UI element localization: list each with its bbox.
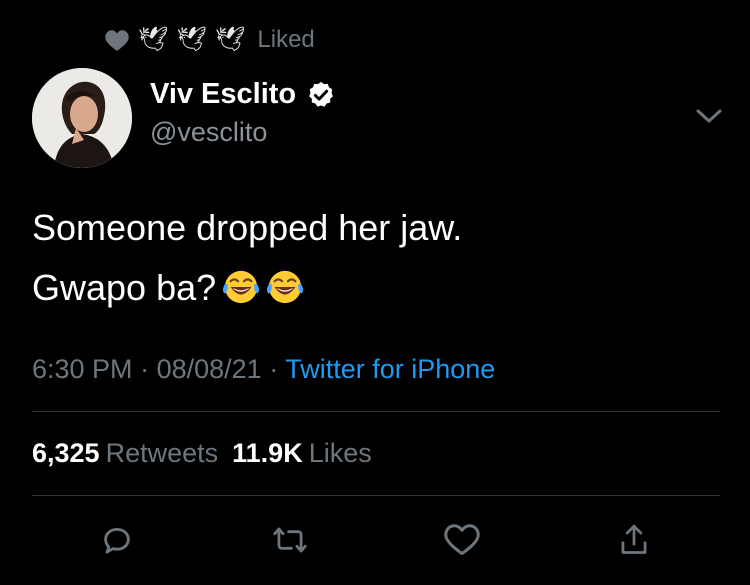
tweet-meta: 6:30 PM · 08/08/21 · Twitter for iPhone bbox=[32, 354, 495, 385]
heart-icon bbox=[105, 30, 129, 51]
share-button[interactable] bbox=[612, 518, 656, 562]
meta-separator: · bbox=[269, 354, 279, 384]
likes-count[interactable]: 11.9K bbox=[232, 438, 303, 468]
tweet-line-with-emoji: Gwapo ba? bbox=[32, 258, 462, 318]
chevron-down-icon[interactable] bbox=[694, 104, 724, 128]
verified-badge-icon bbox=[309, 81, 334, 107]
retweets-count[interactable]: 6,325 bbox=[32, 438, 100, 468]
reply-icon bbox=[104, 527, 130, 554]
divider bbox=[32, 411, 720, 412]
tweet-source-link[interactable]: Twitter for iPhone bbox=[285, 354, 495, 384]
author-handle: @vesclito bbox=[150, 117, 268, 147]
dove-icon: 🕊 bbox=[176, 26, 207, 53]
social-context: 🕊 🕊 🕊 Liked bbox=[104, 22, 315, 58]
dove-icon: 🕊 bbox=[214, 26, 246, 53]
tweet-text: Someone dropped her jaw. Gwapo ba? bbox=[32, 198, 462, 318]
share-icon bbox=[621, 524, 647, 554]
like-button[interactable] bbox=[440, 518, 484, 562]
author-display-name[interactable]: Viv Esclito bbox=[150, 78, 296, 111]
tears-of-joy-emoji-icon bbox=[267, 270, 304, 304]
tweet-time: 6:30 PM bbox=[32, 354, 133, 384]
retweet-icon bbox=[273, 527, 307, 553]
likes-label[interactable]: Likes bbox=[309, 438, 372, 468]
tweet-line: Gwapo ba? bbox=[32, 267, 217, 308]
author-block[interactable]: Viv Esclito @vesclito bbox=[150, 78, 336, 148]
tears-of-joy-emoji-icon bbox=[223, 270, 260, 304]
liked-label: Liked bbox=[257, 26, 315, 53]
tweet-stats: 6,325 Retweets 11.9K Likes bbox=[32, 438, 386, 469]
retweet-button[interactable] bbox=[268, 518, 312, 562]
dove-icon: 🕊 bbox=[138, 26, 169, 53]
tweet-date: 08/08/21 bbox=[156, 354, 262, 384]
divider bbox=[32, 495, 720, 496]
action-bar bbox=[0, 518, 750, 562]
meta-separator: · bbox=[140, 354, 150, 384]
avatar[interactable] bbox=[32, 68, 132, 168]
tweet-line: Someone dropped her jaw. bbox=[32, 207, 463, 248]
like-icon bbox=[444, 524, 480, 555]
reply-button[interactable] bbox=[95, 518, 139, 562]
retweets-label[interactable]: Retweets bbox=[106, 438, 219, 468]
